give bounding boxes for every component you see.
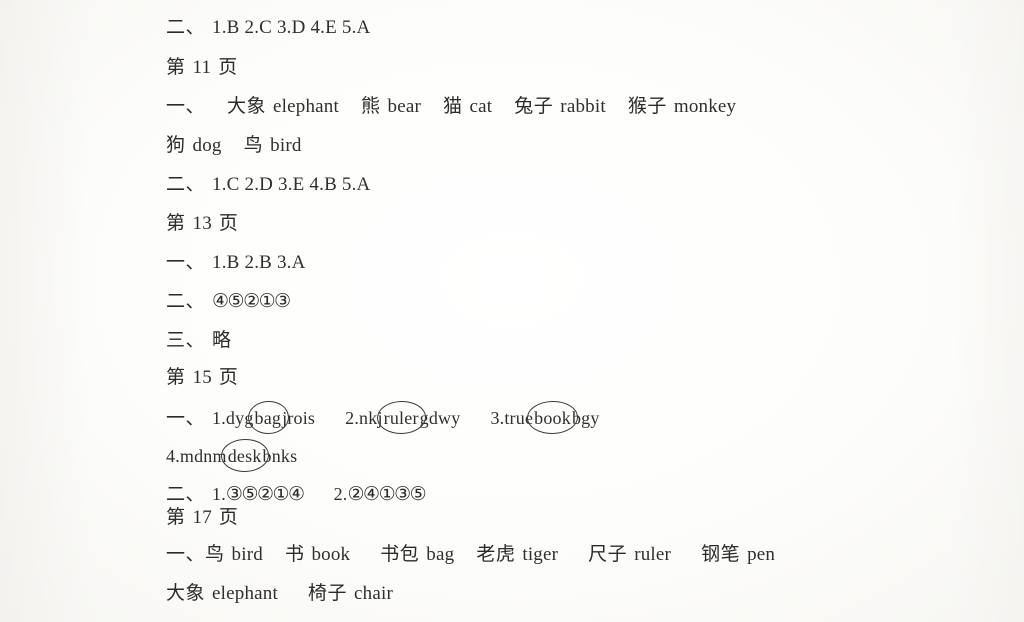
page-heading-17: 第 17 页 — [166, 506, 239, 528]
page-heading-suffix: 页 — [218, 366, 239, 388]
letters-after: bnks — [262, 446, 298, 466]
vocabulary-list-page11: 一、 大象 elephant 熊 bear 猫 cat 兔子 rabbit 猴子 monkey — [166, 95, 737, 117]
circled-word: desk — [227, 446, 262, 466]
page-number: 17 — [192, 507, 212, 528]
vocab-cn: 大象 — [166, 582, 206, 604]
answers-section-two-page15: 二、 1.③⑤②①④ 2.②④①③⑤ — [166, 483, 427, 505]
circled-number-sequence: ④⑤②①③ — [212, 290, 291, 312]
letters-after: bgy — [571, 408, 600, 428]
page-heading-prefix: 第 — [166, 212, 186, 234]
vocab-cn: 猫 — [443, 95, 463, 117]
vocab-en: book — [311, 544, 351, 565]
section-marker: 一、 — [166, 407, 206, 429]
vocab-cn: 猴子 — [627, 95, 667, 117]
vocab-en: ruler — [634, 544, 672, 565]
page-heading-11: 第 11 页 — [166, 56, 238, 78]
answer-values: 1.B 2.B 3.A — [212, 252, 306, 273]
item-number: 1. — [212, 408, 226, 428]
letters-after: jrois — [282, 408, 316, 428]
item-number: 2. — [345, 408, 360, 428]
vocab-cn: 熊 — [361, 95, 381, 117]
circled-word: ruler — [383, 408, 419, 428]
vocab-en: bag — [426, 544, 455, 565]
vocab-cn: 兔子 — [514, 95, 554, 117]
vocab-cn: 椅子 — [307, 582, 347, 604]
vocabulary-list-page17-continued: 大象 elephant 椅子 chair — [166, 582, 393, 604]
page-heading-suffix: 页 — [218, 506, 239, 528]
vocab-cn: 书 — [284, 543, 305, 565]
section-marker: 一、 — [166, 95, 206, 117]
answers-section-one-page13: 一、 1.B 2.B 3.A — [166, 251, 306, 273]
letters-before: dyg — [225, 408, 254, 428]
vocab-en: tiger — [522, 544, 559, 565]
vocab-en: bird — [231, 544, 263, 565]
vocab-en: rabbit — [560, 96, 606, 117]
vocabulary-list-page11-continued: 狗 dog 鸟 bird — [166, 134, 302, 156]
vocab-cn: 书包 — [380, 543, 420, 565]
vocab-cn: 狗 — [166, 134, 186, 156]
item-number: 3. — [490, 408, 505, 428]
section-marker: 二、 — [166, 16, 206, 38]
answers-section-two: 二、 1.B 2.C 3.D 4.E 5.A — [166, 16, 371, 38]
circled-word: bag — [254, 408, 282, 428]
vocab-en: cat — [469, 96, 493, 117]
page-heading-13: 第 13 页 — [166, 212, 239, 234]
answer-values: 1.C 2.D 3.E 4.B 5.A — [212, 174, 371, 195]
page-heading-suffix: 页 — [218, 212, 239, 234]
section-marker: 一、 — [166, 251, 206, 273]
page-heading-prefix: 第 — [166, 506, 186, 528]
section-marker: 一、 — [166, 543, 206, 565]
answers-section-three-page13: 三、略 — [166, 331, 232, 350]
vocab-en: bird — [270, 135, 302, 156]
vocab-cn: 鸟 — [243, 134, 264, 156]
page-number: 13 — [192, 213, 212, 234]
section-marker: 二、 — [166, 290, 206, 312]
answers-section-two-page11: 二、 1.C 2.D 3.E 4.B 5.A — [166, 173, 371, 195]
word-search-page15-continued: 4.mdnmdeskbnks — [166, 447, 297, 466]
answers-section-two-page13: 二、 ④⑤②①③ — [166, 290, 291, 312]
letters-before: nkj — [359, 408, 383, 428]
section-marker: 二、 — [166, 483, 206, 505]
vocab-cn: 尺子 — [588, 543, 628, 565]
vocab-en: elephant — [273, 96, 339, 117]
page-number: 11 — [192, 57, 212, 78]
circled-number-sequence: ②④①③⑤ — [347, 483, 427, 505]
vocab-cn: 老虎 — [476, 543, 516, 565]
page-heading-15: 第 15 页 — [166, 366, 239, 388]
scanned-page: 二、 1.B 2.C 3.D 4.E 5.A 第 11 页 一、 大象 elephant 熊… — [0, 0, 1024, 622]
circled-word: book — [534, 408, 571, 428]
vocab-en: monkey — [673, 96, 737, 117]
vocab-en: elephant — [212, 583, 278, 604]
answer-omitted-text: 略 — [212, 329, 232, 351]
vocab-en: pen — [747, 544, 776, 565]
page-heading-prefix: 第 — [166, 56, 186, 78]
circled-number-sequence: ③⑤②①④ — [225, 483, 305, 505]
vocab-cn: 鸟 — [205, 543, 225, 565]
page-heading-suffix: 页 — [218, 56, 238, 78]
vocab-cn: 钢笔 — [701, 543, 741, 565]
group-number: 1. — [212, 484, 226, 504]
vocab-cn: 大象 — [227, 95, 267, 117]
word-search-page15: 一、 1.dygbagjrois 2.nkjrulergdwy 3.truebookb… — [166, 409, 600, 428]
vocab-en: dog — [192, 135, 222, 156]
letters-after: gdwy — [419, 408, 461, 428]
answer-values: 1.B 2.C 3.D 4.E 5.A — [212, 17, 371, 38]
item-number: 4. — [166, 446, 180, 466]
section-marker: 三、 — [166, 329, 206, 351]
group-number: 2. — [333, 484, 348, 504]
letters-before: mdnm — [179, 446, 227, 466]
vocabulary-list-page17: 一、鸟 bird 书 book 书包 bag 老虎 tiger 尺子 ruler 钢笔 pen — [166, 543, 776, 565]
vocab-en: chair — [354, 583, 393, 604]
page-heading-prefix: 第 — [166, 366, 186, 388]
section-marker: 二、 — [166, 173, 206, 195]
letters-before: true — [504, 408, 534, 428]
page-number: 15 — [192, 367, 212, 388]
vocab-en: bear — [387, 96, 422, 117]
